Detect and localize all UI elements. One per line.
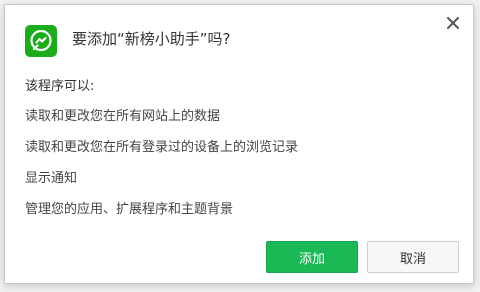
permissions-list: 读取和更改您在所有网站上的数据 读取和更改您在所有登录过的设备上的浏览记录 显示… [25, 109, 298, 233]
permission-item: 读取和更改您在所有网站上的数据 [25, 109, 221, 124]
permission-item: 管理您的应用、扩展程序和主题背景 [25, 202, 234, 217]
add-extension-button[interactable]: 添加 [266, 241, 358, 273]
close-icon [447, 17, 459, 29]
permission-item: 读取和更改您在所有登录过的设备上的浏览记录 [25, 140, 299, 155]
extension-chat-icon [25, 25, 57, 57]
permission-item: 显示通知 [25, 171, 78, 186]
close-button[interactable] [443, 13, 463, 33]
extension-install-dialog: 要添加“新榜小助手”吗? 该程序可以: 读取和更改您在所有网站上的数据 读取和更… [4, 4, 474, 284]
permissions-header: 该程序可以: [25, 79, 95, 94]
dialog-title: 要添加“新榜小助手”吗? [72, 30, 231, 48]
cancel-button[interactable]: 取消 [367, 241, 459, 273]
